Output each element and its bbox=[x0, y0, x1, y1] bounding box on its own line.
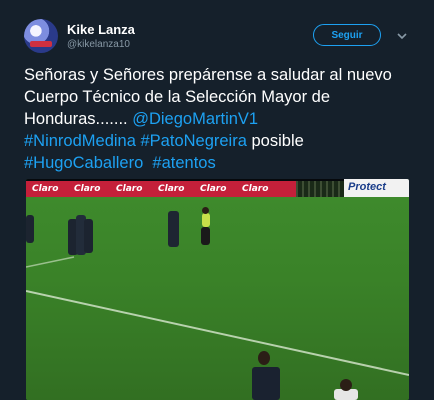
mention-link[interactable]: @DiegoMartinV1 bbox=[132, 110, 258, 128]
tweet-text: Señoras y Señores prepárense a saludar a… bbox=[24, 64, 414, 174]
user-name[interactable]: Kike Lanza bbox=[67, 22, 135, 37]
player-head bbox=[202, 207, 209, 214]
player-head bbox=[340, 379, 352, 391]
player-figure bbox=[84, 219, 93, 253]
player-head bbox=[258, 351, 270, 365]
hashtag-link[interactable]: #atentos bbox=[152, 154, 215, 172]
chevron-down-icon[interactable] bbox=[396, 30, 408, 42]
follow-button[interactable]: Seguir bbox=[313, 24, 381, 46]
pitch-markings bbox=[26, 256, 409, 376]
player-figure bbox=[26, 215, 34, 243]
tweet-header: Kike Lanza @kikelanza10 Seguir bbox=[0, 0, 434, 62]
referee-figure bbox=[202, 213, 210, 227]
hashtag-link[interactable]: #PatoNegreira bbox=[141, 132, 247, 150]
referee-figure bbox=[201, 227, 210, 245]
spectator-figure bbox=[252, 367, 280, 400]
avatar[interactable] bbox=[24, 19, 58, 53]
player-figure bbox=[168, 211, 179, 247]
tweet-photo[interactable]: Claro Claro Claro Claro Claro Claro Prot… bbox=[26, 179, 409, 400]
user-handle[interactable]: @kikelanza10 bbox=[67, 39, 130, 50]
hashtag-link[interactable]: #NinrodMedina bbox=[24, 132, 136, 150]
tweet-word: posible bbox=[251, 132, 304, 150]
hashtag-link[interactable]: #HugoCaballero bbox=[24, 154, 143, 172]
